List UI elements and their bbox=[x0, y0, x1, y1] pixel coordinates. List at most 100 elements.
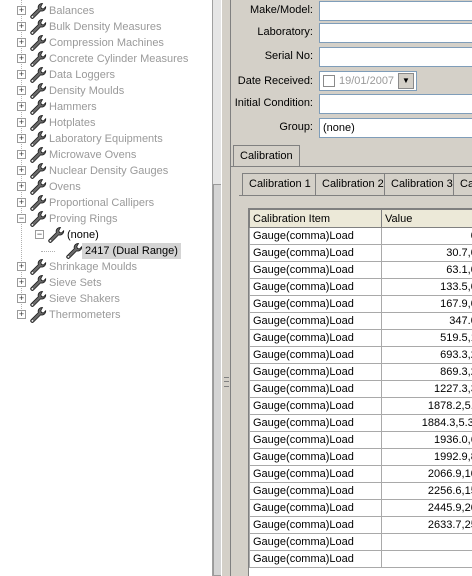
calibration-item-cell[interactable]: Gauge(comma)Load bbox=[249, 533, 382, 551]
value-cell[interactable]: 1936.0,6.5 bbox=[381, 431, 472, 449]
table-row[interactable]: Gauge(comma)Load2066.9,10.0 bbox=[249, 465, 472, 483]
calibration-item-cell[interactable]: Gauge(comma)Load bbox=[249, 261, 382, 279]
table-row[interactable]: Gauge(comma)Load1936.0,6.5 bbox=[249, 431, 472, 449]
table-row[interactable]: Gauge(comma)Load2445.9,20.0 bbox=[249, 499, 472, 517]
collapse-icon[interactable] bbox=[17, 214, 26, 223]
tree-node-hotplates[interactable]: Hotplates bbox=[0, 115, 212, 131]
table-row[interactable]: Gauge(comma)Load63.1,0.2 bbox=[249, 261, 472, 279]
expand-icon[interactable] bbox=[17, 86, 26, 95]
tab-calibration-1[interactable]: Calibration 1 bbox=[242, 173, 318, 195]
value-cell[interactable]: 0,0 bbox=[381, 227, 472, 245]
calibration-item-cell[interactable]: Gauge(comma)Load bbox=[249, 346, 382, 364]
calibration-item-cell[interactable]: Gauge(comma)Load bbox=[249, 516, 382, 534]
expand-icon[interactable] bbox=[17, 118, 26, 127]
expand-icon[interactable] bbox=[17, 70, 26, 79]
expand-icon[interactable] bbox=[17, 198, 26, 207]
expand-icon[interactable] bbox=[17, 38, 26, 47]
tree-node-microwave-ovens[interactable]: Microwave Ovens bbox=[0, 147, 212, 163]
calibration-grid[interactable]: Calibration Item Value Gauge(comma)Load0… bbox=[248, 208, 472, 576]
table-row[interactable]: Gauge(comma)Load167.9,0.5 bbox=[249, 295, 472, 313]
value-cell[interactable]: 2256.6,15.0 bbox=[381, 482, 472, 500]
laboratory-field[interactable] bbox=[319, 23, 472, 43]
table-row[interactable]: Gauge(comma)Load869.3,2.5 bbox=[249, 363, 472, 381]
tree-node-thermometers[interactable]: Thermometers bbox=[0, 307, 212, 323]
table-row[interactable]: Gauge(comma)Load693.3,2.0 bbox=[249, 346, 472, 364]
expand-icon[interactable] bbox=[17, 278, 26, 287]
tree-node-data-loggers[interactable]: Data Loggers bbox=[0, 67, 212, 83]
table-row[interactable]: Gauge(comma)Load bbox=[249, 533, 472, 551]
calibration-item-cell[interactable]: Gauge(comma)Load bbox=[249, 482, 382, 500]
table-row[interactable]: Gauge(comma)Load0,0 bbox=[249, 227, 472, 245]
table-row[interactable]: Gauge(comma)Load30.7,0.1 bbox=[249, 244, 472, 262]
value-cell[interactable]: 693.3,2.0 bbox=[381, 346, 472, 364]
tab-calibration[interactable]: Calibration bbox=[233, 145, 300, 167]
pane-splitter[interactable] bbox=[221, 0, 231, 576]
expand-icon[interactable] bbox=[17, 6, 26, 15]
expand-icon[interactable] bbox=[17, 150, 26, 159]
tree-node-compression-machines[interactable]: Compression Machines bbox=[0, 35, 212, 51]
table-row[interactable]: Gauge(comma)Load1878.2,5.35 bbox=[249, 397, 472, 415]
table-row[interactable]: Gauge(comma)Load1884.3,5.355 bbox=[249, 414, 472, 432]
serial-no-field[interactable] bbox=[319, 47, 472, 67]
value-cell[interactable]: 133.5,0.4 bbox=[381, 278, 472, 296]
tree-node-laboratory-equipments[interactable]: Laboratory Equipments bbox=[0, 131, 212, 147]
value-cell[interactable]: 1884.3,5.355 bbox=[381, 414, 472, 432]
chevron-down-icon[interactable]: ▼ bbox=[398, 73, 414, 89]
tree-node-concrete-cylinder-measures[interactable]: Concrete Cylinder Measures bbox=[0, 51, 212, 67]
tab-calibration-4[interactable]: Ca bbox=[453, 173, 472, 195]
value-cell[interactable]: 869.3,2.5 bbox=[381, 363, 472, 381]
value-cell[interactable] bbox=[381, 550, 472, 568]
tree-node-proving-rings[interactable]: Proving Rings bbox=[0, 211, 212, 227]
collapse-icon[interactable] bbox=[35, 230, 44, 239]
tree-node-sieve-sets[interactable]: Sieve Sets bbox=[0, 275, 212, 291]
expand-icon[interactable] bbox=[17, 310, 26, 319]
equipment-tree[interactable]: Balances Bulk Density Measures Compression… bbox=[0, 0, 212, 576]
tree-node-2417-dual-range[interactable]: 2417 (Dual Range) bbox=[0, 243, 212, 259]
table-row[interactable]: Gauge(comma)Load133.5,0.4 bbox=[249, 278, 472, 296]
calibration-item-cell[interactable]: Gauge(comma)Load bbox=[249, 312, 382, 330]
date-received-picker[interactable]: 19/01/2007 ▼ bbox=[319, 71, 417, 91]
calibration-item-cell[interactable]: Gauge(comma)Load bbox=[249, 278, 382, 296]
value-cell[interactable]: 30.7,0.1 bbox=[381, 244, 472, 262]
expand-icon[interactable] bbox=[17, 294, 26, 303]
table-row[interactable]: Gauge(comma)Load1227.3,3.5 bbox=[249, 380, 472, 398]
calibration-item-cell[interactable]: Gauge(comma)Load bbox=[249, 431, 382, 449]
value-cell[interactable]: 1227.3,3.5 bbox=[381, 380, 472, 398]
make-model-field[interactable] bbox=[319, 1, 472, 21]
calibration-item-cell[interactable]: Gauge(comma)Load bbox=[249, 414, 382, 432]
table-row[interactable]: Gauge(comma)Load2633.7,25.0 bbox=[249, 516, 472, 534]
expand-icon[interactable] bbox=[17, 102, 26, 111]
tree-node-none[interactable]: (none) bbox=[0, 227, 212, 243]
tree-node-shrinkage-moulds[interactable]: Shrinkage Moulds bbox=[0, 259, 212, 275]
expand-icon[interactable] bbox=[17, 54, 26, 63]
value-cell[interactable]: 1992.9,8.0 bbox=[381, 448, 472, 466]
calibration-item-cell[interactable]: Gauge(comma)Load bbox=[249, 397, 382, 415]
value-cell[interactable]: 2066.9,10.0 bbox=[381, 465, 472, 483]
column-header-calibration-item[interactable]: Calibration Item bbox=[249, 209, 382, 228]
value-cell[interactable] bbox=[381, 533, 472, 551]
column-header-value[interactable]: Value bbox=[381, 209, 472, 228]
calibration-item-cell[interactable]: Gauge(comma)Load bbox=[249, 227, 382, 245]
tree-scrollbar[interactable] bbox=[212, 0, 221, 576]
tree-node-balances[interactable]: Balances bbox=[0, 3, 212, 19]
expand-icon[interactable] bbox=[17, 166, 26, 175]
calibration-item-cell[interactable]: Gauge(comma)Load bbox=[249, 465, 382, 483]
value-cell[interactable]: 2633.7,25.0 bbox=[381, 516, 472, 534]
value-cell[interactable]: 1878.2,5.35 bbox=[381, 397, 472, 415]
table-row[interactable]: Gauge(comma)Load347.0,1 bbox=[249, 312, 472, 330]
date-received-checkbox[interactable] bbox=[323, 75, 335, 87]
expand-icon[interactable] bbox=[17, 22, 26, 31]
table-row[interactable]: Gauge(comma)Load bbox=[249, 550, 472, 568]
expand-icon[interactable] bbox=[17, 134, 26, 143]
tree-node-bulk-density-measures[interactable]: Bulk Density Measures bbox=[0, 19, 212, 35]
calibration-item-cell[interactable]: Gauge(comma)Load bbox=[249, 363, 382, 381]
expand-icon[interactable] bbox=[17, 262, 26, 271]
calibration-item-cell[interactable]: Gauge(comma)Load bbox=[249, 329, 382, 347]
tab-calibration-3[interactable]: Calibration 3 bbox=[384, 173, 460, 195]
calibration-item-cell[interactable]: Gauge(comma)Load bbox=[249, 448, 382, 466]
value-cell[interactable]: 63.1,0.2 bbox=[381, 261, 472, 279]
value-cell[interactable]: 519.5,1.5 bbox=[381, 329, 472, 347]
calibration-item-cell[interactable]: Gauge(comma)Load bbox=[249, 380, 382, 398]
tree-node-proportional-callipers[interactable]: Proportional Callipers bbox=[0, 195, 212, 211]
expand-icon[interactable] bbox=[17, 182, 26, 191]
